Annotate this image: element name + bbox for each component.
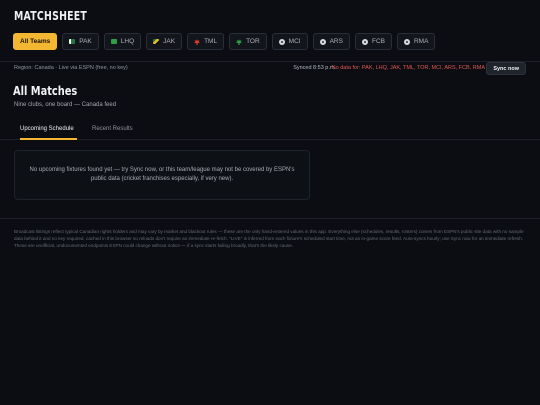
page-subtitle: Nine clubs, one board — Canada feed	[14, 102, 117, 108]
team-chip-tor[interactable]: TOR	[229, 33, 267, 50]
page-title: All Matches	[13, 84, 78, 98]
team-chip-label: RMA	[413, 38, 429, 45]
soccer-ball-icon	[319, 38, 326, 45]
team-filter-bar: All Teams PAK LHQ JAK TML TOR MCI ARS FC…	[13, 33, 436, 50]
tab-recent-results[interactable]: Recent Results	[92, 126, 133, 132]
soccer-ball-icon	[278, 38, 285, 45]
soccer-ball-icon	[361, 38, 368, 45]
team-chip-rma[interactable]: RMA	[396, 33, 436, 50]
team-chip-label: ARS	[329, 38, 343, 45]
team-chip-label: PAK	[79, 38, 92, 45]
no-data-warning: No data for: PAK, LHQ, JAK, TML, TOR, MC…	[331, 65, 485, 71]
empty-state-message: No upcoming fixtures found yet — try Syn…	[29, 167, 295, 182]
jamaica-flag-icon	[153, 39, 160, 44]
team-chip-label: All Teams	[20, 38, 51, 45]
team-chip-tml[interactable]: TML	[187, 33, 225, 50]
team-chip-mci[interactable]: MCI	[271, 33, 308, 50]
team-chip-label: TML	[204, 38, 218, 45]
team-chip-fcb[interactable]: FCB	[354, 33, 392, 50]
app-root: MATCHSHEET All Teams PAK LHQ JAK TML TOR…	[0, 0, 540, 405]
tab-bar: Upcoming Schedule Recent Results	[0, 120, 540, 140]
brand-logo: MATCHSHEET	[14, 9, 88, 23]
sync-timestamp: Synced 8:53 p.m.	[293, 65, 336, 71]
sync-now-button[interactable]: Sync now	[486, 62, 526, 75]
tab-upcoming-schedule[interactable]: Upcoming Schedule	[20, 126, 74, 132]
empty-state-card: No upcoming fixtures found yet — try Syn…	[14, 150, 310, 200]
team-chip-lhq[interactable]: LHQ	[103, 33, 142, 50]
team-chip-label: LHQ	[120, 38, 135, 45]
active-tab-indicator	[20, 138, 77, 140]
team-chip-label: MCI	[288, 38, 301, 45]
soccer-ball-icon	[403, 38, 410, 45]
team-chip-label: JAK	[163, 38, 176, 45]
toronto-fc-icon	[236, 38, 243, 45]
team-chip-ars[interactable]: ARS	[312, 33, 350, 50]
region-label: Region: Canada · Live via ESPN (free, no…	[14, 65, 128, 71]
pakistan-flag-icon	[69, 39, 76, 44]
header: MATCHSHEET All Teams PAK LHQ JAK TML TOR…	[0, 0, 540, 62]
lahore-qalandars-icon	[110, 39, 117, 44]
maple-leaf-icon	[194, 38, 201, 45]
status-strip: Region: Canada · Live via ESPN (free, no…	[0, 62, 540, 78]
team-chip-pak[interactable]: PAK	[62, 33, 99, 50]
footer-disclaimer: Broadcast listings reflect typical Canad…	[14, 229, 524, 248]
team-chip-all[interactable]: All Teams	[13, 33, 58, 50]
footer-divider	[0, 218, 540, 219]
team-chip-label: TOR	[246, 38, 260, 45]
team-chip-jak[interactable]: JAK	[146, 33, 183, 50]
team-chip-label: FCB	[371, 38, 385, 45]
